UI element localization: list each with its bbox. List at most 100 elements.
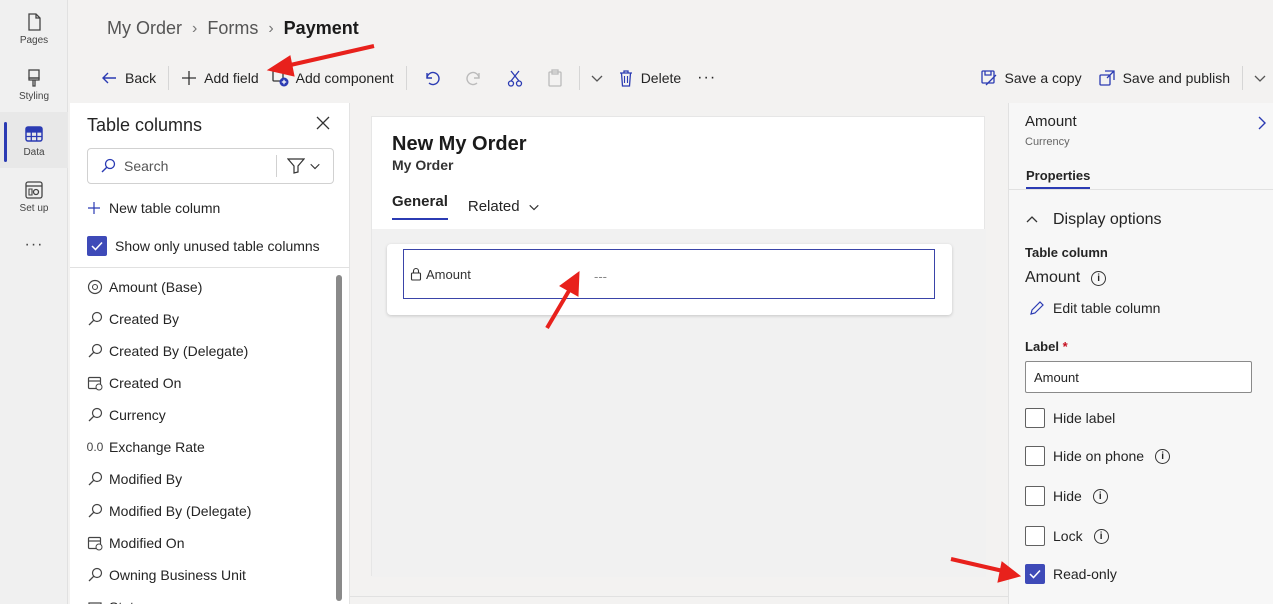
table-column-item[interactable]: Amount (Base) — [87, 271, 337, 303]
add-component-label: Add component — [295, 70, 394, 86]
breadcrumb-item[interactable]: My Order — [107, 18, 182, 39]
hide-label-checkbox[interactable]: Hide label — [1025, 408, 1115, 428]
command-bar-right: Save a copy Save and publish — [972, 62, 1273, 94]
scissors-icon — [507, 70, 522, 87]
form-subtitle: My Order — [392, 157, 454, 173]
checkbox-unchecked[interactable] — [1025, 526, 1045, 546]
rail-item-data[interactable]: Data — [0, 112, 68, 168]
tab-general[interactable]: General — [392, 193, 448, 220]
lookup-icon — [87, 343, 103, 359]
checkbox-checked[interactable] — [1025, 564, 1045, 584]
more-icon[interactable]: ··· — [689, 62, 724, 94]
table-column-label: Created By — [109, 311, 180, 327]
delete-label: Delete — [640, 70, 682, 86]
clipboard-icon — [548, 69, 562, 87]
hide-checkbox[interactable]: Hide i — [1025, 486, 1108, 506]
chevron-right-icon: › — [268, 19, 274, 37]
delete-button[interactable]: Delete — [610, 62, 689, 94]
info-icon[interactable]: i — [1093, 528, 1109, 544]
breadcrumb-item[interactable]: Forms — [207, 18, 258, 39]
form-canvas: New My Order My Order General Related Am… — [371, 116, 986, 577]
lock-icon — [410, 267, 422, 281]
table-column-item[interactable]: Modified By (Delegate) — [87, 495, 337, 527]
add-field-button[interactable]: Add field — [173, 62, 266, 94]
back-button[interactable]: Back — [92, 62, 164, 94]
display-options-header[interactable]: Display options — [1025, 211, 1162, 229]
info-icon[interactable]: i — [1155, 448, 1171, 464]
divider — [1009, 189, 1273, 190]
calendar-icon — [87, 535, 103, 551]
form-title: New My Order — [392, 133, 527, 155]
paste-button[interactable] — [535, 62, 575, 94]
table-column-item[interactable]: 0.0 Exchange Rate — [87, 431, 337, 463]
table-column-label: Modified By — [109, 471, 183, 487]
edit-table-column-button[interactable]: Edit table column — [1029, 300, 1160, 316]
save-publish-button[interactable]: Save and publish — [1090, 62, 1238, 94]
table-column-item[interactable]: Modified By — [87, 463, 337, 495]
lock-checkbox[interactable]: Lock i — [1025, 526, 1109, 546]
option-label: Hide on phone — [1053, 448, 1145, 464]
rail-item-styling[interactable]: Styling — [0, 56, 68, 112]
table-column-label: Amount (Base) — [109, 279, 203, 295]
table-column-label: Owning Business Unit — [109, 567, 246, 583]
cut-button[interactable] — [495, 62, 535, 94]
add-component-button[interactable]: Add component — [267, 62, 402, 94]
search-input[interactable]: Search — [124, 158, 276, 174]
chevron-right-icon[interactable] — [1257, 115, 1267, 131]
table-column-item[interactable]: Status — [87, 591, 337, 604]
info-icon[interactable]: i — [1091, 270, 1107, 286]
checkbox-unchecked[interactable] — [1025, 408, 1045, 428]
show-unused-label: Show only unused table columns — [115, 238, 320, 254]
redo-button[interactable] — [453, 62, 495, 94]
new-table-column-button[interactable]: New table column — [87, 200, 220, 216]
search-icon — [101, 158, 116, 173]
table-column-item[interactable]: Currency — [87, 399, 337, 431]
label-input[interactable]: Amount — [1025, 361, 1252, 393]
chevron-down-icon — [528, 204, 539, 210]
checkbox-unchecked[interactable] — [1025, 446, 1045, 466]
currency-icon — [87, 279, 103, 295]
show-unused-checkbox[interactable]: Show only unused table columns — [87, 236, 320, 256]
filter-button[interactable] — [277, 158, 333, 174]
table-column-name: Amount — [1025, 269, 1081, 286]
checkbox-checked[interactable] — [87, 236, 107, 256]
table-column-item[interactable]: Owning Business Unit — [87, 559, 337, 591]
tab-related[interactable]: Related — [468, 193, 540, 220]
scrollbar[interactable] — [336, 275, 342, 601]
table-column-item[interactable]: Modified On — [87, 527, 337, 559]
more-commands-chevron[interactable] — [584, 62, 610, 94]
rail-label: Set up — [19, 203, 49, 214]
chevron-down-icon — [591, 75, 603, 82]
app-window: Pages Styling Data Set up ··· My Order ›… — [0, 0, 1273, 604]
label-heading: Label * — [1025, 339, 1068, 354]
close-icon[interactable] — [315, 115, 331, 131]
table-column-list: Amount (Base) Created By Created By (Deleg… — [87, 271, 337, 604]
checkbox-unchecked[interactable] — [1025, 486, 1045, 506]
table-column-item[interactable]: Created On — [87, 367, 337, 399]
hide-on-phone-checkbox[interactable]: Hide on phone i — [1025, 446, 1171, 466]
field-value: --- — [594, 268, 607, 284]
checkmark-icon — [1029, 569, 1041, 579]
amount-field[interactable]: Amount --- — [403, 249, 935, 299]
tab-properties[interactable]: Properties — [1026, 168, 1091, 189]
info-icon[interactable]: i — [1092, 488, 1108, 504]
table-column-label: Currency — [109, 407, 166, 423]
form-tabs: General Related — [392, 193, 540, 220]
chevron-up-icon — [1026, 216, 1038, 223]
table-column-value: Amount i — [1025, 269, 1107, 287]
undo-icon — [425, 71, 440, 86]
read-only-checkbox[interactable]: Read-only — [1025, 564, 1117, 584]
more-icon[interactable]: ··· — [0, 236, 68, 254]
pencil-icon — [1030, 301, 1044, 315]
save-copy-button[interactable]: Save a copy — [972, 62, 1090, 94]
undo-button[interactable] — [411, 62, 453, 94]
plus-icon — [182, 71, 197, 85]
save-options-chevron[interactable] — [1247, 62, 1273, 94]
lookup-icon — [87, 471, 103, 487]
table-column-item[interactable]: Created By (Delegate) — [87, 335, 337, 367]
option-label: Lock — [1053, 528, 1083, 544]
search-box[interactable]: Search — [87, 148, 334, 184]
table-column-item[interactable]: Created By — [87, 303, 337, 335]
rail-item-setup[interactable]: Set up — [0, 168, 68, 224]
rail-item-pages[interactable]: Pages — [0, 0, 68, 56]
